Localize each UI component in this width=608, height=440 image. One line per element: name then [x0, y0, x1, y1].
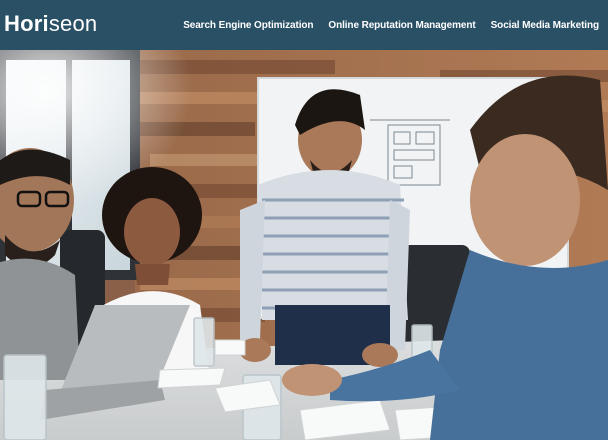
nav-link-social-media[interactable]: Social Media Marketing [491, 20, 599, 31]
hero-image [0, 50, 608, 440]
team-meeting-photo [0, 50, 608, 440]
site-header: Horiseon Search Engine Optimization Onli… [0, 0, 608, 50]
nav-link-reputation[interactable]: Online Reputation Management [328, 20, 475, 31]
site-logo[interactable]: Horiseon [4, 11, 97, 37]
nav-link-seo[interactable]: Search Engine Optimization [183, 20, 313, 31]
logo-bold-text: Hori [4, 11, 49, 36]
logo-light-text: seon [48, 11, 98, 36]
main-nav: Search Engine Optimization Online Reputa… [183, 0, 599, 50]
